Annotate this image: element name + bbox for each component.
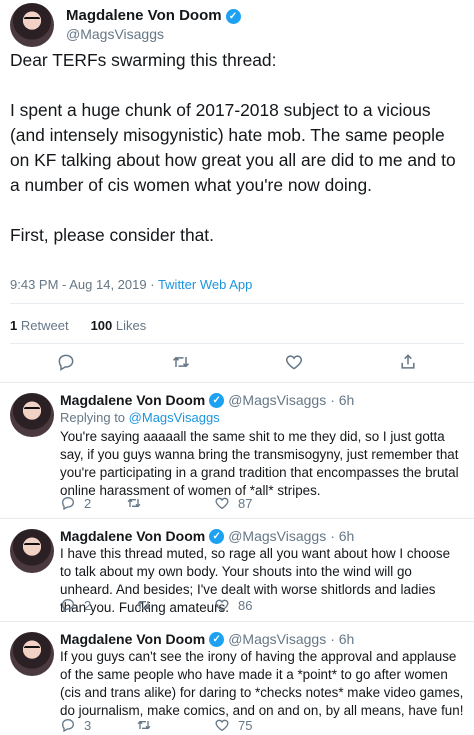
tweet-meta: 9:43 PM - Aug 14, 2019 · Twitter Web App [10,277,252,292]
avatar[interactable] [10,3,54,47]
verified-badge-icon: ✓ [209,631,225,647]
reply-icon [61,718,75,733]
reply-button[interactable]: 3 [60,717,91,733]
heart-icon [285,355,303,370]
replying-to-handle[interactable]: @MagsVisaggs [129,410,220,425]
reply-actions: 3 75 [60,717,460,735]
author-display-name[interactable]: Magdalene Von Doom ✓ [66,7,241,25]
retweets-stat[interactable]: 1 Retweet [10,318,69,333]
like-button[interactable] [284,352,306,374]
reply-author-name[interactable]: Magdalene Von Doom ✓ [60,630,225,648]
verified-badge-icon: ✓ [209,392,225,408]
retweet-button[interactable] [136,717,160,733]
reply-count: 3 [84,717,92,733]
reply-header: Magdalene Von Doom ✓ @MagsVisaggs · 6h [60,391,354,409]
main-author[interactable]: Magdalene Von Doom ✓ @MagsVisaggs [10,3,241,47]
tweet-stats: 1 Retweet 100 Likes [10,318,146,333]
heart-icon [215,719,229,732]
reply-header: Magdalene Von Doom ✓ @MagsVisaggs · 6h [60,630,354,648]
tweet-source-app[interactable]: Twitter Web App [158,277,252,292]
retweets-count: 1 [10,318,18,333]
retweet-button[interactable] [171,352,193,374]
tweet-paragraph: Dear TERFs swarming this thread: [10,50,277,70]
reply-button[interactable] [56,352,78,374]
reply-icon [58,354,74,371]
like-button[interactable]: 87 [214,495,252,511]
author-handle[interactable]: @MagsVisaggs [66,25,241,43]
divider [10,303,464,304]
avatar[interactable] [10,529,54,573]
reply-actions: 2 86 [60,597,460,617]
retweet-icon [172,356,190,368]
retweets-label: Retweet [20,318,69,333]
reply-icon [61,496,75,511]
share-icon [401,354,415,369]
heart-icon [215,599,229,612]
retweet-icon [137,600,151,610]
share-button[interactable] [398,352,420,374]
reply-text: You're saying aaaaall the same shit to m… [60,429,459,498]
like-count: 86 [238,597,253,613]
reply-button[interactable]: 2 [60,495,91,511]
reply-tweet[interactable]: Magdalene Von Doom ✓ @MagsVisaggs · 6h If… [0,621,474,735]
tweet-timestamp[interactable]: 9:43 PM - Aug 14, 2019 [10,277,147,292]
reply-icon [61,598,75,613]
reply-actions: 2 87 [60,495,460,515]
reply-button[interactable]: 2 [60,597,91,613]
likes-stat[interactable]: 100 Likes [91,318,147,333]
avatar[interactable] [10,393,54,437]
tweet-text: Dear TERFs swarming this thread: I spent… [10,48,468,273]
retweet-icon [127,498,141,508]
like-count: 87 [238,495,253,511]
reply-tweet[interactable]: Magdalene Von Doom ✓ @MagsVisaggs · 6h Re… [0,382,474,518]
like-count: 75 [238,717,253,733]
reply-count: 2 [84,597,92,613]
replying-to-label: Replying to [60,410,126,425]
verified-badge-icon: ✓ [225,8,241,24]
tweet-paragraph: I spent a huge chunk of 2017-2018 subjec… [10,100,456,195]
author-names: Magdalene Von Doom ✓ @MagsVisaggs [66,7,241,43]
main-tweet-actions [0,352,474,378]
verified-badge-icon: ✓ [209,528,225,544]
reply-count: 2 [84,495,92,511]
retweet-button[interactable] [126,495,150,511]
likes-label: Likes [115,318,147,333]
reply-author-name[interactable]: Magdalene Von Doom ✓ [60,391,225,409]
author-name[interactable]: Magdalene Von Doom [66,7,222,25]
reply-author-handle[interactable]: @MagsVisaggs [228,527,326,545]
tweet-paragraph: First, please consider that. [10,225,214,245]
reply-author-handle[interactable]: @MagsVisaggs [228,630,326,648]
reply-text: If you guys can't see the irony of havin… [60,649,464,718]
retweet-button[interactable] [136,597,160,613]
reply-time[interactable]: · 6h [330,527,354,545]
retweet-icon [137,720,151,730]
reply-author-name[interactable]: Magdalene Von Doom ✓ [60,527,225,545]
reply-header: Magdalene Von Doom ✓ @MagsVisaggs · 6h [60,527,354,545]
meta-separator: · [146,277,158,292]
likes-count: 100 [90,318,113,333]
replying-to: Replying to @MagsVisaggs [60,409,220,427]
divider [10,343,464,344]
reply-time[interactable]: · 6h [330,630,354,648]
heart-icon [215,497,229,510]
like-button[interactable]: 86 [214,597,252,613]
avatar[interactable] [10,632,54,676]
reply-author-handle[interactable]: @MagsVisaggs [228,391,326,409]
reply-tweet[interactable]: Magdalene Von Doom ✓ @MagsVisaggs · 6h I … [0,518,474,621]
like-button[interactable]: 75 [214,717,252,733]
reply-time[interactable]: · 6h [330,391,354,409]
